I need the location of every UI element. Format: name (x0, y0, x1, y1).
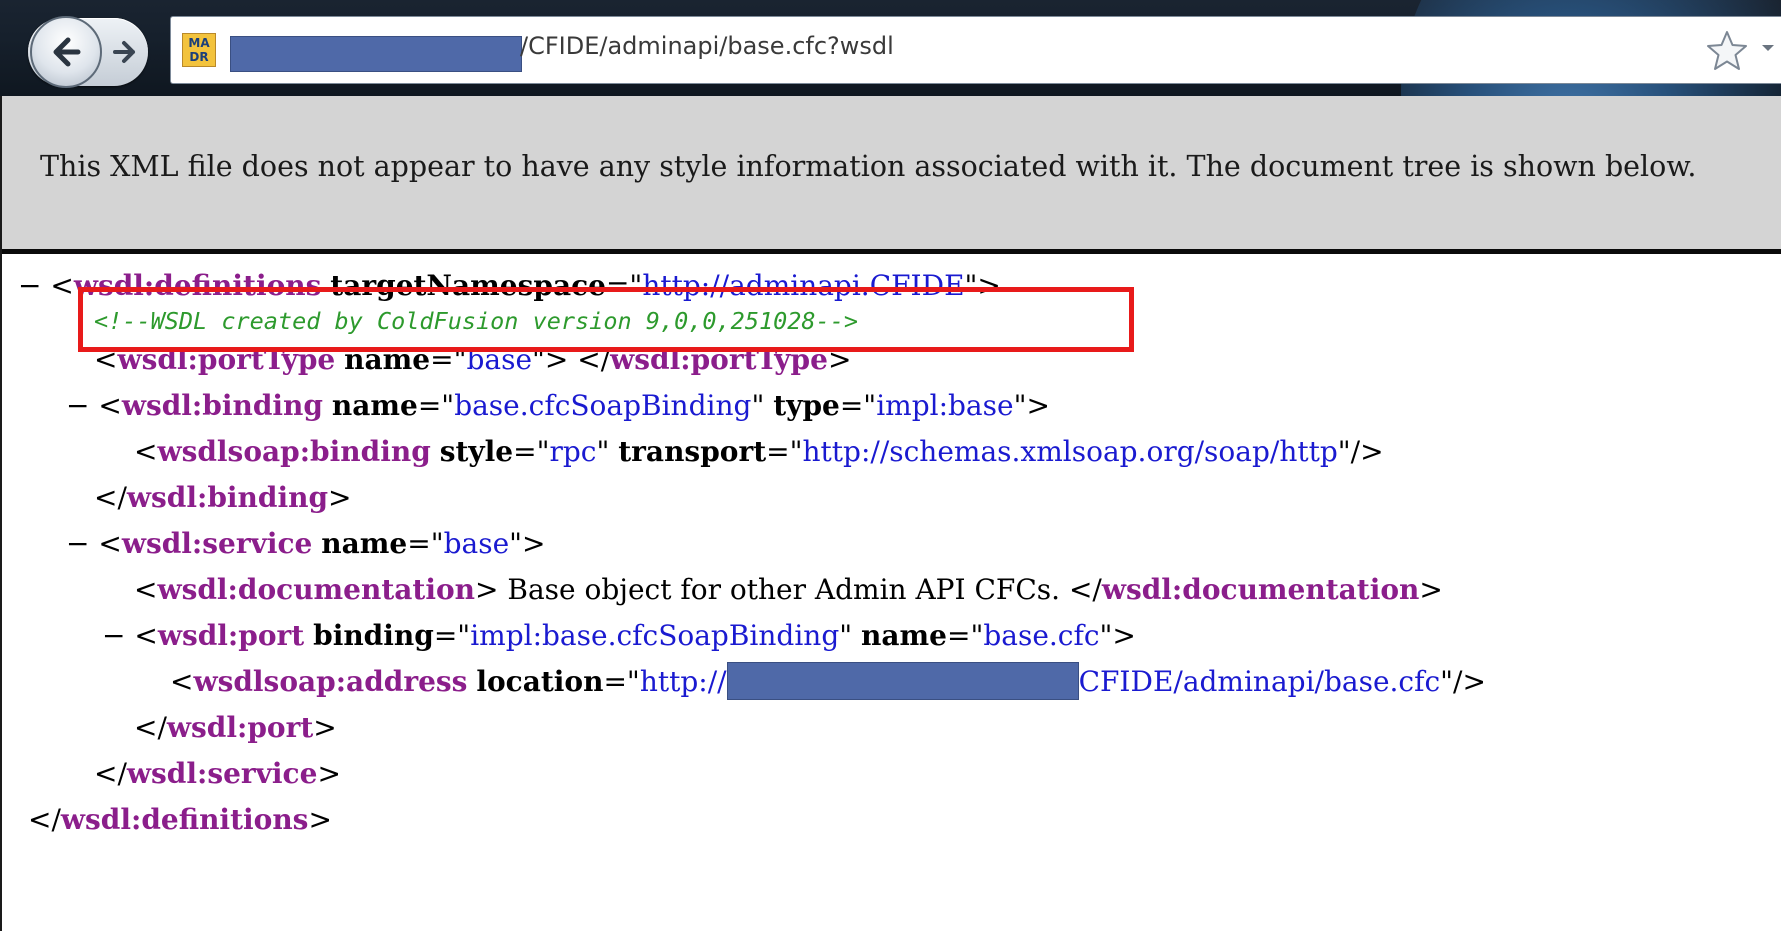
tree-line-binding-open: − <wsdl:binding name="base.cfcSoapBindin… (66, 389, 1050, 422)
tree-line-service-close: </wsdl:service> (94, 757, 341, 790)
xml-attribute-value: base.cfcSoapBinding (454, 389, 752, 422)
xml-attribute-name: type (773, 389, 840, 422)
xml-tag: wsdl:definitions (60, 803, 309, 836)
xml-tag: wsdlsoap:binding (157, 435, 431, 468)
tree-line-definitions-close: </wsdl:definitions> (28, 803, 332, 836)
xml-attribute-name: transport (618, 435, 767, 468)
collapse-toggle[interactable]: − (102, 619, 125, 652)
back-button[interactable] (30, 16, 102, 88)
location-host-redaction (726, 661, 1079, 700)
tree-line-port-open: − <wsdl:port binding="impl:base.cfcSoapB… (102, 619, 1136, 652)
xml-attribute-value: impl:base (876, 389, 1014, 422)
tree-line-soap-binding: <wsdlsoap:binding style="rpc" transport=… (134, 435, 1384, 468)
xml-tag: wsdl:binding (121, 389, 323, 422)
xml-tag: wsdlsoap:address (193, 665, 468, 698)
xml-attribute-value: http://schemas.xmlsoap.org/soap/http (802, 435, 1338, 468)
xml-attribute-value: base.cfc (983, 619, 1100, 652)
tree-line-port-close: </wsdl:port> (134, 711, 337, 744)
xml-info-banner: This XML file does not appear to have an… (2, 96, 1781, 254)
xml-tag: wsdl:documentation (157, 573, 476, 606)
xml-attribute-value: base (443, 527, 510, 560)
collapse-toggle[interactable]: − (66, 389, 89, 422)
site-favicon: MA DR (182, 33, 216, 67)
xml-tag: wsdl:service (121, 527, 313, 560)
xml-tag: wsdl:service (126, 757, 318, 790)
star-icon[interactable] (1702, 26, 1752, 76)
xml-attribute-name: binding (313, 619, 434, 652)
xml-attribute-value: http:// (639, 665, 727, 698)
xml-attribute-name: style (439, 435, 514, 468)
xml-tag: wsdl:port (166, 711, 314, 744)
tree-line-service-open: − <wsdl:service name="base"> (66, 527, 546, 560)
xml-attribute-name: name (861, 619, 947, 652)
collapse-toggle[interactable]: − (66, 527, 89, 560)
back-arrow-icon (53, 37, 81, 67)
xml-attribute-value: CFIDE/adminapi/base.cfc (1078, 665, 1441, 698)
url-host-redaction (230, 36, 522, 72)
xml-tag: wsdl:documentation (1101, 573, 1420, 606)
forward-arrow-icon (113, 41, 135, 63)
browser-window: MA DR /CFIDE/adminapi/base.cfc?wsdl This… (0, 0, 1781, 931)
dropdown-arrow-icon[interactable] (1758, 38, 1778, 58)
xml-text-content: Base object for other Admin API CFCs. (498, 573, 1069, 606)
xml-attribute-value: impl:base.cfcSoapBinding (470, 619, 840, 652)
xml-tag: wsdl:binding (126, 481, 329, 514)
browser-toolbar: MA DR /CFIDE/adminapi/base.cfc?wsdl (0, 0, 1781, 96)
xml-attribute-name: name (321, 527, 408, 560)
xml-attribute-value: rpc (549, 435, 597, 468)
tree-line-soap-address: <wsdlsoap:address location="http://CFIDE… (170, 661, 1486, 700)
collapse-toggle[interactable]: − (18, 269, 41, 302)
page-content: This XML file does not appear to have an… (0, 96, 1781, 931)
xml-attribute-name: name (331, 389, 418, 422)
url-path-text[interactable]: /CFIDE/adminapi/base.cfc?wsdl (520, 32, 894, 60)
xml-attribute-name: location (476, 665, 604, 698)
xml-info-message: This XML file does not appear to have an… (40, 150, 1697, 183)
tree-line-documentation: <wsdl:documentation> Base object for oth… (134, 573, 1443, 606)
xml-tag: wsdl:port (157, 619, 305, 652)
comment-highlight-box (78, 287, 1134, 352)
forward-button[interactable] (108, 34, 140, 70)
tree-line-binding-close: </wsdl:binding> (94, 481, 352, 514)
